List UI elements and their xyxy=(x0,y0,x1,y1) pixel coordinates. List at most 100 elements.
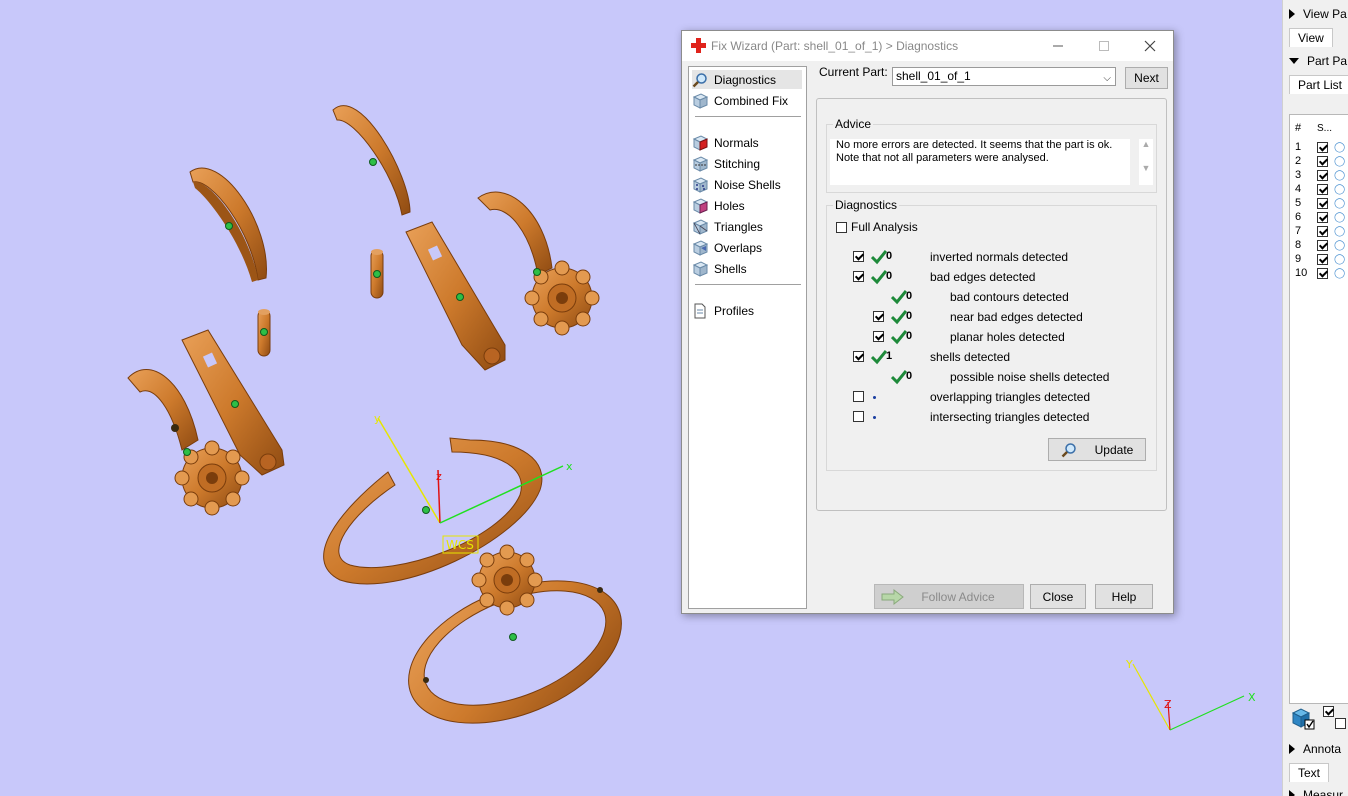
part-row-number: 3 xyxy=(1295,169,1302,181)
part-visible-checkbox[interactable] xyxy=(1317,211,1328,223)
triangles-cube-icon xyxy=(692,218,708,235)
part-list-row[interactable]: 10 ◯ xyxy=(1290,266,1345,280)
annotation-section-header[interactable]: Annota xyxy=(1289,740,1341,758)
wcs-z-label: z xyxy=(436,470,442,483)
part-list-row[interactable]: 5 ◯ xyxy=(1290,196,1345,210)
update-button[interactable]: Update xyxy=(1048,438,1146,461)
dialog-titlebar[interactable]: Fix Wizard (Part: shell_01_of_1) > Diagn… xyxy=(682,31,1173,61)
cube-view-icon[interactable] xyxy=(1291,706,1315,730)
part-visible-checkbox[interactable] xyxy=(1317,169,1328,181)
part-eye-icon[interactable]: ◯ xyxy=(1334,226,1345,237)
flower-gear-part[interactable] xyxy=(471,544,543,616)
part-row-number: 6 xyxy=(1295,211,1302,223)
nav-profiles[interactable]: Profiles xyxy=(692,301,802,320)
help-button[interactable]: Help xyxy=(1095,584,1153,609)
minimize-button[interactable] xyxy=(1035,31,1081,61)
part-eye-icon[interactable]: ◯ xyxy=(1334,212,1345,223)
part-list-row[interactable]: 7 ◯ xyxy=(1290,224,1345,238)
checkmark-icon xyxy=(871,270,887,285)
nav-stitching[interactable]: Stitching xyxy=(692,154,802,173)
diagnostic-checkbox[interactable] xyxy=(853,251,864,262)
close-window-button[interactable] xyxy=(1127,31,1173,61)
part-eye-icon[interactable]: ◯ xyxy=(1334,268,1345,279)
arrow-right-icon xyxy=(881,589,904,605)
part-eye-icon[interactable]: ◯ xyxy=(1334,254,1345,265)
mini-y-label: Y xyxy=(1125,658,1133,671)
diagnostic-label: bad contours detected xyxy=(950,290,1069,304)
diagnostic-checkbox[interactable] xyxy=(873,311,884,322)
part-list-tab[interactable]: Part List xyxy=(1289,75,1348,94)
col-state-header[interactable]: S... xyxy=(1317,123,1332,134)
part-section-header[interactable]: Part Pa xyxy=(1289,52,1347,70)
follow-advice-label: Follow Advice xyxy=(921,589,995,604)
measure-section-header[interactable]: Measur xyxy=(1289,786,1343,796)
part-list-row[interactable]: 8 ◯ xyxy=(1290,238,1345,252)
part-visible-checkbox[interactable] xyxy=(1317,225,1328,237)
link-bar-part[interactable] xyxy=(405,221,506,371)
right-side-panel: View Pa View Part Pa Part List # S... 1 ◯… xyxy=(1282,0,1348,796)
normals-cube-icon xyxy=(692,134,708,151)
advice-scrollbar[interactable]: ▲ ▼ xyxy=(1139,139,1153,185)
nav-holes[interactable]: Holes xyxy=(692,196,802,215)
nav-diagnostics[interactable]: Diagnostics xyxy=(692,70,802,89)
col-num-header[interactable]: # xyxy=(1290,122,1317,134)
diagnostics-panel: Advice No more errors are detected. It s… xyxy=(816,98,1167,511)
scroll-up-icon[interactable]: ▲ xyxy=(1139,139,1153,149)
part-eye-icon[interactable]: ◯ xyxy=(1334,170,1345,181)
scroll-down-icon[interactable]: ▼ xyxy=(1139,163,1153,173)
part-list-row[interactable]: 3 ◯ xyxy=(1290,168,1345,182)
view-section-header[interactable]: View Pa xyxy=(1289,5,1347,23)
nav-overlaps[interactable]: Overlaps xyxy=(692,238,802,257)
diagnostic-label: intersecting triangles detected xyxy=(930,410,1090,424)
part-list-row[interactable]: 4 ◯ xyxy=(1290,182,1345,196)
diagnostic-label: planar holes detected xyxy=(950,330,1065,344)
part-list-row[interactable]: 6 ◯ xyxy=(1290,210,1345,224)
checkbox-toggle-icon[interactable] xyxy=(1323,706,1346,729)
nav-noise-shells-label: Noise Shells xyxy=(714,177,781,192)
curved-holder-part[interactable] xyxy=(127,369,199,451)
diagnostic-checkbox[interactable] xyxy=(873,331,884,342)
next-button[interactable]: Next xyxy=(1125,67,1168,89)
part-eye-icon[interactable]: ◯ xyxy=(1334,142,1345,153)
diagnostic-checkbox[interactable] xyxy=(853,351,864,362)
part-visible-checkbox[interactable] xyxy=(1317,183,1328,195)
part-list-table[interactable]: # S... 1 ◯ 2 ◯ 3 ◯ 4 ◯ 5 ◯ 6 ◯ 7 ◯ 8 ◯ 9 ◯ 10 ◯ xyxy=(1289,114,1348,704)
diagnostic-checkbox[interactable] xyxy=(853,391,864,402)
diagnostic-checkbox[interactable] xyxy=(853,411,864,422)
part-visible-checkbox[interactable] xyxy=(1317,141,1328,153)
part-list-row[interactable]: 9 ◯ xyxy=(1290,252,1345,266)
minimize-icon xyxy=(1053,45,1063,47)
close-button[interactable]: Close xyxy=(1030,584,1086,609)
close-icon xyxy=(1144,40,1156,52)
part-visible-checkbox[interactable] xyxy=(1317,155,1328,167)
part-list-row[interactable]: 1 ◯ xyxy=(1290,140,1345,154)
advice-textbox[interactable]: No more errors are detected. It seems th… xyxy=(830,139,1130,185)
part-visible-checkbox[interactable] xyxy=(1317,197,1328,209)
mini-x-label: X xyxy=(1248,691,1256,704)
diagnostic-label: overlapping triangles detected xyxy=(930,390,1091,404)
part-eye-icon[interactable]: ◯ xyxy=(1334,184,1345,195)
full-analysis-option[interactable]: Full Analysis xyxy=(836,220,918,234)
nav-combined-fix[interactable]: Combined Fix xyxy=(692,91,802,110)
holes-cube-icon xyxy=(692,197,708,214)
current-part-select[interactable]: shell_01_of_1 ⌵ xyxy=(892,67,1116,86)
diagnostic-checkbox[interactable] xyxy=(853,271,864,282)
part-eye-icon[interactable]: ◯ xyxy=(1334,156,1345,167)
nav-noise-shells[interactable]: Noise Shells xyxy=(692,175,802,194)
nav-normals[interactable]: Normals xyxy=(692,133,802,152)
full-analysis-checkbox[interactable] xyxy=(836,221,847,233)
view-section-label: View Pa xyxy=(1303,7,1347,21)
part-visible-checkbox[interactable] xyxy=(1317,253,1328,265)
part-visible-checkbox[interactable] xyxy=(1317,267,1328,279)
part-visible-checkbox[interactable] xyxy=(1317,239,1328,251)
part-eye-icon[interactable]: ◯ xyxy=(1334,240,1345,251)
follow-advice-button: Follow Advice xyxy=(874,584,1024,609)
part-list-row[interactable]: 2 ◯ xyxy=(1290,154,1345,168)
fix-wizard-nav: Diagnostics Combined Fix Normals Stitchi… xyxy=(688,66,807,609)
nav-shells[interactable]: Shells xyxy=(692,259,802,278)
text-tab[interactable]: Text xyxy=(1289,763,1330,782)
part-eye-icon[interactable]: ◯ xyxy=(1334,198,1345,209)
nav-triangles[interactable]: Triangles xyxy=(692,217,802,236)
curved-holder-part[interactable] xyxy=(477,191,553,276)
view-tab[interactable]: View xyxy=(1289,28,1333,47)
